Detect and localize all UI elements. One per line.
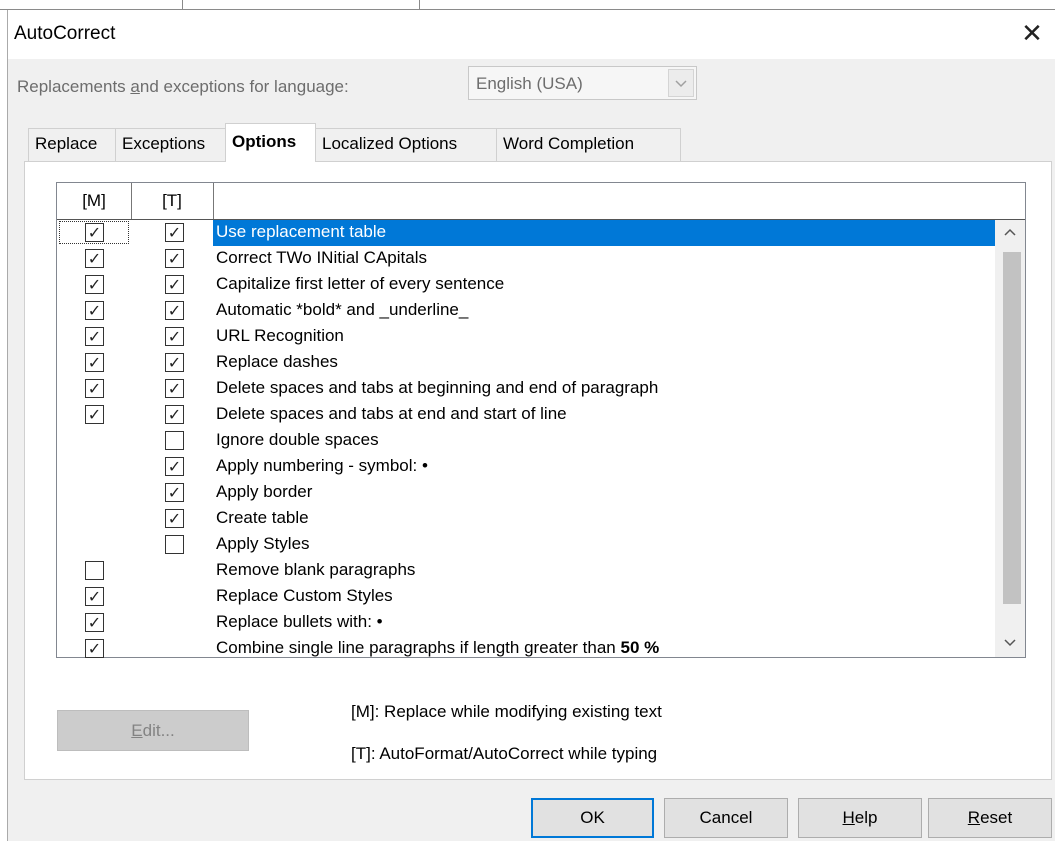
option-label: Combine single line paragraphs if length… [216,638,660,657]
option-row[interactable]: ✓ ✓ URL Recognition [57,324,995,350]
checkbox-m[interactable]: ✓ [85,353,104,372]
length-threshold: 50 % [620,638,660,657]
autocorrect-dialog: AutoCorrect ✕ Replacements and exception… [7,10,1055,841]
edge-divider [419,0,420,9]
option-row[interactable]: ✓ Apply border [57,480,995,506]
close-icon[interactable]: ✕ [1014,16,1050,52]
option-row[interactable]: ✓ ✓ Correct TWo INitial CApitals [57,246,995,272]
vertical-scrollbar[interactable] [995,220,1025,657]
option-row[interactable]: ✓ Create table [57,506,995,532]
checkbox-m[interactable]: ✓ [85,405,104,424]
chevron-up-icon[interactable] [995,220,1025,246]
option-label: Replace dashes [216,352,338,371]
options-panel: [M] [T] ✓ ✓ Use replacement table ✓ ✓ Correct… [24,161,1052,780]
options-list[interactable]: [M] [T] ✓ ✓ Use replacement table ✓ ✓ Correct… [56,182,1026,658]
tab-replace[interactable]: Replace [28,128,116,161]
option-label: Apply border [216,482,313,501]
option-label: Apply numbering - symbol: • [216,456,428,475]
option-label: Use replacement table [216,222,387,241]
checkbox-t[interactable]: ✓ [165,379,184,398]
option-row[interactable]: ✓ Apply numbering - symbol: • [57,454,995,480]
ok-button[interactable]: OK [531,798,654,838]
checkbox-t[interactable]: ✓ [165,327,184,346]
reset-button[interactable]: Reset [928,798,1052,838]
option-row[interactable]: ✓ Replace bullets with: • [57,610,995,636]
checkbox-t[interactable] [165,431,184,450]
option-row[interactable]: ✓ ✓ Delete spaces and tabs at beginning an… [57,376,995,402]
option-label: Delete spaces and tabs at end and start … [216,404,567,423]
chevron-down-icon[interactable] [668,69,694,97]
tab-options[interactable]: Options [225,123,316,162]
checkbox-m[interactable]: ✓ [85,587,104,606]
option-row[interactable]: ✓ ✓ Use replacement table [57,220,995,246]
option-row[interactable]: ✓ ✓ Replace dashes [57,350,995,376]
checkbox-m[interactable] [85,561,104,580]
list-header: [M] [T] [57,183,1025,220]
checkbox-t[interactable]: ✓ [165,405,184,424]
checkbox-t[interactable]: ✓ [165,275,184,294]
checkbox-t[interactable]: ✓ [165,353,184,372]
checkbox-m[interactable]: ✓ [85,275,104,294]
edit-button[interactable]: Edit... [57,710,249,751]
option-label: Replace bullets with: • [216,612,383,631]
legend-m-text: [M]: Replace while modifying existing te… [351,702,662,721]
language-row: Replacements and exceptions for language… [8,59,1055,123]
checkbox-t[interactable]: ✓ [165,223,184,242]
option-label: Capitalize first letter of every sentenc… [216,274,505,293]
legend-t-text: [T]: AutoFormat/AutoCorrect while typing [351,744,658,763]
checkbox-t[interactable]: ✓ [165,457,184,476]
option-row[interactable]: Ignore double spaces [57,428,995,454]
tab-word-completion[interactable]: Word Completion [496,128,681,161]
option-rows: ✓ ✓ Use replacement table ✓ ✓ Correct TWo INi… [57,220,995,662]
checkbox-m[interactable]: ✓ [85,249,104,268]
title-bar: AutoCorrect ✕ [8,10,1055,59]
checkbox-m[interactable]: ✓ [85,613,104,632]
chevron-down-icon[interactable] [995,631,1025,657]
option-label: Correct TWo INitial CApitals [216,248,427,267]
checkbox-m[interactable]: ✓ [85,223,104,242]
checkbox-m[interactable]: ✓ [85,327,104,346]
column-header-t[interactable]: [T] [131,183,214,219]
option-label: Apply Styles [216,534,310,553]
checkbox-t[interactable] [165,535,184,554]
option-label: Remove blank paragraphs [216,560,416,579]
tab-localized-options[interactable]: Localized Options [315,128,497,161]
checkbox-t[interactable]: ✓ [165,483,184,502]
language-label: Replacements and exceptions for language… [17,77,349,96]
option-row[interactable]: ✓ Combine single line paragraphs if lengt… [57,636,995,662]
edge-divider [182,0,183,9]
option-row[interactable]: Apply Styles [57,532,995,558]
option-label: Create table [216,508,309,527]
scrollbar-thumb[interactable] [1003,252,1021,604]
language-select-value: English (USA) [476,74,583,93]
option-row[interactable]: ✓ ✓ Delete spaces and tabs at end and star… [57,402,995,428]
option-row[interactable]: ✓ Replace Custom Styles [57,584,995,610]
option-label: URL Recognition [216,326,344,345]
checkbox-t[interactable]: ✓ [165,249,184,268]
option-row[interactable]: ✓ ✓ Capitalize first letter of every sente… [57,272,995,298]
option-label: Replace Custom Styles [216,586,393,605]
tab-exceptions[interactable]: Exceptions [115,128,226,161]
option-label: Ignore double spaces [216,430,379,449]
checkbox-m[interactable]: ✓ [85,639,104,658]
checkbox-m[interactable]: ✓ [85,301,104,320]
column-header-m[interactable]: [M] [57,183,132,219]
checkbox-t[interactable]: ✓ [165,509,184,528]
option-row[interactable]: ✓ ✓ Automatic *bold* and _underline_ [57,298,995,324]
cancel-button[interactable]: Cancel [664,798,788,838]
option-label: Automatic *bold* and _underline_ [216,300,469,319]
checkbox-m[interactable]: ✓ [85,379,104,398]
option-row[interactable]: Remove blank paragraphs [57,558,995,584]
language-select[interactable]: English (USA) [468,66,697,100]
window-top-edge [0,0,1055,10]
checkbox-t[interactable]: ✓ [165,301,184,320]
help-button[interactable]: Help [798,798,922,838]
dialog-title: AutoCorrect [14,23,116,44]
option-label: Delete spaces and tabs at beginning and … [216,378,659,397]
